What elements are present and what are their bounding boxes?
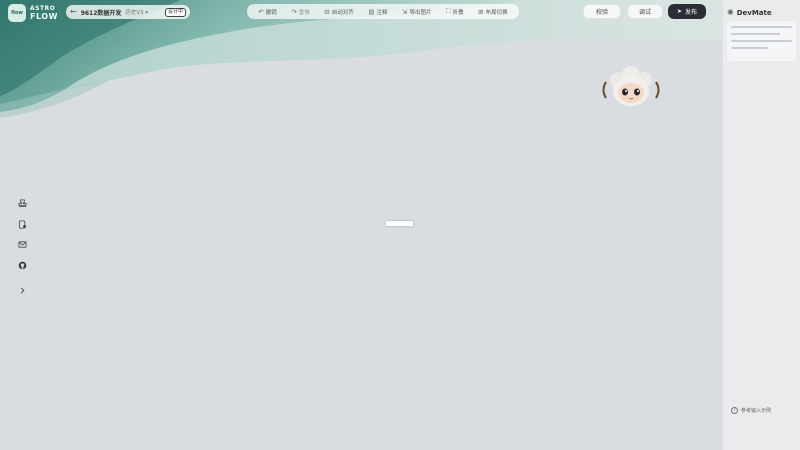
stamp-icon[interactable]	[16, 197, 28, 209]
assistant-panel: ✺ DevMate ? 参考输入示例	[722, 0, 800, 450]
placeholder-line	[731, 33, 780, 35]
publish-button[interactable]: ➤ 发布	[668, 4, 706, 19]
check-label: 校验	[595, 9, 608, 16]
back-arrow-icon[interactable]: ←	[70, 7, 77, 17]
input-example-label: 参考输入示例	[741, 408, 772, 414]
status-badge: 设计中	[164, 7, 186, 17]
debug-button[interactable]: 调试	[627, 4, 663, 19]
check-button[interactable]: 校验	[583, 4, 621, 19]
mail-icon[interactable]	[16, 238, 28, 250]
github-icon[interactable]	[16, 259, 28, 271]
input-example-link[interactable]: ? 参考输入示例	[731, 407, 771, 414]
logo-text: ASTRO FLOW	[30, 5, 58, 21]
project-selector: ← 9612数据开发 历史V3 ▾ 设计中	[66, 5, 190, 19]
devmate-logo-icon: ✺	[727, 8, 734, 17]
assistant-title: DevMate	[736, 8, 772, 17]
redo-icon: ↷	[291, 7, 297, 16]
layout-switch-label: 布局切换	[485, 9, 508, 16]
comment-icon: ▤	[368, 7, 375, 16]
assistant-header: ✺ DevMate	[723, 0, 800, 17]
canvas-node[interactable]	[386, 221, 413, 226]
project-name[interactable]: 9612数据开发	[81, 8, 122, 17]
placeholder-line	[731, 47, 768, 49]
mascot-sheep-icon[interactable]	[600, 66, 662, 108]
export-image-label: 导出图片	[409, 9, 432, 16]
collapse-label: 折叠	[452, 9, 464, 16]
placeholder-line	[731, 26, 792, 28]
chevron-down-icon: ▾	[145, 10, 149, 16]
layout-switch-button[interactable]: ⊞ 布局切换	[478, 8, 507, 16]
app-logo[interactable]: flow ASTRO FLOW	[8, 4, 58, 22]
canvas-toolbar: ↶ 撤销 ↷ 重做 ⊟ 自动对齐 ▤ 注释 ⇲ 导出图片 ⛶ 折叠 ⊞ 布局切换	[247, 4, 519, 19]
redo-button[interactable]: ↷ 重做	[291, 8, 309, 16]
redo-label: 重做	[298, 9, 310, 16]
auto-align-label: 自动对齐	[331, 9, 354, 16]
comment-label: 注释	[376, 9, 388, 16]
undo-label: 撤销	[265, 9, 277, 16]
expand-chevron-icon[interactable]	[16, 284, 28, 296]
publish-label: 发布	[685, 9, 698, 16]
comment-button[interactable]: ▤ 注释	[368, 8, 387, 16]
align-icon: ⊟	[324, 7, 330, 16]
export-image-button[interactable]: ⇲ 导出图片	[402, 8, 431, 16]
collapse-button[interactable]: ⛶ 折叠	[446, 7, 464, 16]
send-icon: ➤	[676, 8, 682, 15]
placeholder-line	[731, 40, 792, 42]
export-icon: ⇲	[402, 7, 408, 16]
version-dropdown[interactable]: 历史V3 ▾	[125, 8, 148, 16]
assistant-message-card	[727, 21, 796, 61]
help-icon: ?	[731, 407, 738, 414]
undo-icon: ↶	[258, 7, 264, 16]
collapse-icon: ⛶	[446, 7, 451, 15]
undo-button[interactable]: ↶ 撤销	[258, 8, 276, 16]
layout-icon: ⊞	[478, 7, 484, 16]
logo-badge: flow	[8, 4, 26, 22]
auto-align-button[interactable]: ⊟ 自动对齐	[324, 8, 353, 16]
debug-label: 调试	[638, 9, 651, 16]
version-label: 历史V3	[125, 10, 144, 16]
document-settings-icon[interactable]	[16, 218, 28, 230]
logo-line-2: FLOW	[30, 12, 58, 21]
